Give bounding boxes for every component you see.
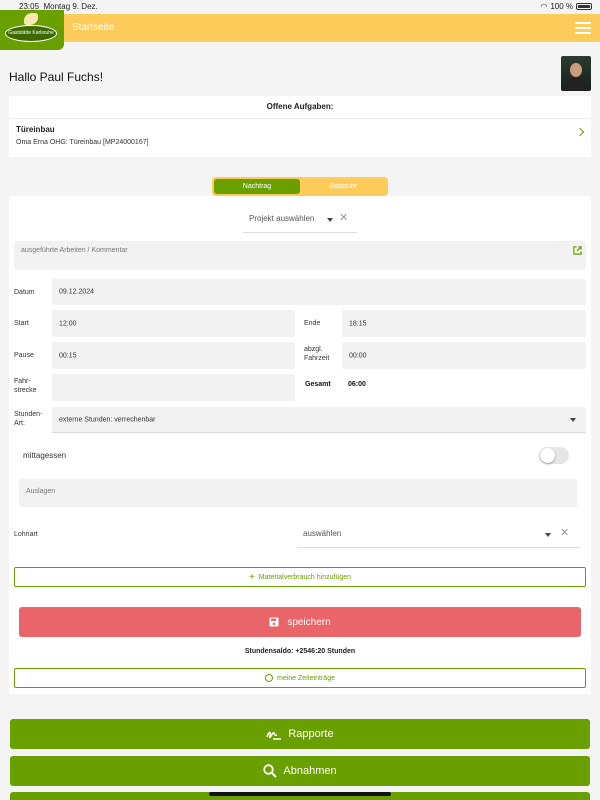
expenses-field[interactable]: Auslagen (19, 479, 577, 507)
pause-field[interactable]: 00:15 (52, 342, 295, 369)
hours-type-value: externe Stunden: verrechenbar (59, 416, 156, 423)
company-logo[interactable]: Gaststätte Karlsruhe (0, 10, 64, 50)
distance-label: Fahr-strecke (14, 378, 37, 394)
floppy-disk-icon (269, 617, 279, 627)
end-time-value: 18:15 (349, 320, 367, 327)
external-link-icon[interactable] (573, 246, 582, 255)
search-icon (263, 764, 278, 778)
wage-type-placeholder: auswählen (303, 529, 342, 538)
pause-value: 00:15 (59, 352, 77, 359)
total-value: 06:00 (348, 381, 366, 388)
caret-down-icon (570, 418, 576, 422)
task-subtitle: Oma Erna OHG: Türeinbau [MP24000167] (16, 139, 149, 146)
pause-label: Pause (14, 352, 34, 359)
tab-stoppuhr[interactable]: Stoppuhr (300, 179, 386, 194)
logo-text: Gaststätte Karlsruhe (5, 25, 57, 42)
total-label: Gesamt (305, 381, 331, 388)
acceptances-button[interactable]: Abnahmen (10, 756, 590, 786)
signature-icon (266, 731, 282, 740)
tab-nachtrag[interactable]: Nachtrag (214, 179, 300, 194)
battery-label: 100 % (550, 2, 573, 11)
battery-icon (576, 3, 592, 10)
project-select-placeholder: Projekt auswählen (249, 214, 315, 223)
wage-type-select[interactable]: auswählen ✕ (297, 522, 580, 548)
hours-balance: Stundensaldo: +2546:20 Stunden (244, 648, 356, 655)
hours-type-select[interactable]: externe Stunden: verrechenbar (52, 407, 586, 433)
date-field[interactable]: 09.12.2024 (52, 279, 586, 305)
wage-type-label: Lohnart (14, 531, 38, 538)
reports-button[interactable]: Rapporte (10, 719, 590, 749)
chevron-right-icon (575, 127, 585, 137)
add-material-label: Materialverbrauch hinzufügen (258, 573, 352, 581)
start-label: Start (14, 320, 29, 327)
my-time-entries-button[interactable]: meine Zeiteinträge (14, 668, 586, 688)
start-time-value: 12:00 (59, 320, 77, 327)
project-select[interactable]: Projekt auswählen ✕ (243, 207, 357, 233)
end-label: Ende (304, 320, 321, 327)
home-indicator (209, 792, 391, 796)
leaf-icon (24, 13, 38, 25)
open-tasks-heading: Offene Aufgaben: (266, 102, 334, 111)
hours-type-label: Stunden-Art: (14, 411, 43, 427)
comment-placeholder: ausgeführte Arbeiten / Kommentar (21, 247, 128, 254)
page-title: Startseite (72, 22, 115, 33)
travel-time-field[interactable]: 00:00 (342, 342, 586, 369)
add-material-button[interactable]: + Materialverbrauch hinzufügen (14, 567, 586, 587)
end-time-field[interactable]: 18:15 (342, 310, 586, 337)
date-value: 09.12.2024 (59, 288, 95, 296)
start-time-field[interactable]: 12:00 (52, 310, 295, 337)
divider (9, 118, 591, 119)
lunch-toggle[interactable] (539, 447, 569, 464)
distance-field[interactable] (52, 374, 295, 401)
wifi-icon: ◠ (540, 2, 548, 11)
plus-icon: + (248, 571, 255, 583)
reports-label: Rapporte (288, 728, 334, 740)
caret-down-icon (327, 218, 333, 222)
acceptances-label: Abnahmen (283, 765, 337, 777)
save-button[interactable]: speichern (19, 607, 581, 637)
top-app-bar: Startseite (0, 14, 600, 42)
status-bar: 23:05 Montag 9. Dez. ◠ 100 % (0, 0, 600, 14)
travel-time-label: abzgl. Fahrzeit (304, 346, 330, 362)
caret-down-icon (545, 533, 551, 537)
mode-switch: Nachtrag Stoppuhr (212, 177, 388, 196)
expenses-placeholder: Auslagen (26, 488, 56, 495)
greeting: Hallo Paul Fuchs! (9, 70, 104, 84)
task-title: Türeinbau (16, 125, 55, 134)
lunch-label: mittagessen (23, 451, 67, 460)
save-label: speichern (287, 616, 331, 628)
clock-icon (265, 674, 273, 682)
clear-icon[interactable]: ✕ (560, 528, 569, 539)
date-label: Datum (14, 289, 35, 296)
comment-field[interactable]: ausgeführte Arbeiten / Kommentar (14, 241, 586, 270)
status-icons: ◠ 100 % (540, 2, 592, 11)
travel-time-value: 00:00 (349, 352, 367, 359)
my-time-entries-label: meine Zeiteinträge (277, 674, 335, 682)
avatar[interactable] (561, 56, 591, 91)
clear-icon[interactable]: ✕ (339, 213, 348, 224)
open-tasks-card: Offene Aufgaben: Türeinbau Oma Erna OHG:… (9, 96, 591, 157)
hamburger-menu-icon[interactable] (575, 22, 591, 34)
